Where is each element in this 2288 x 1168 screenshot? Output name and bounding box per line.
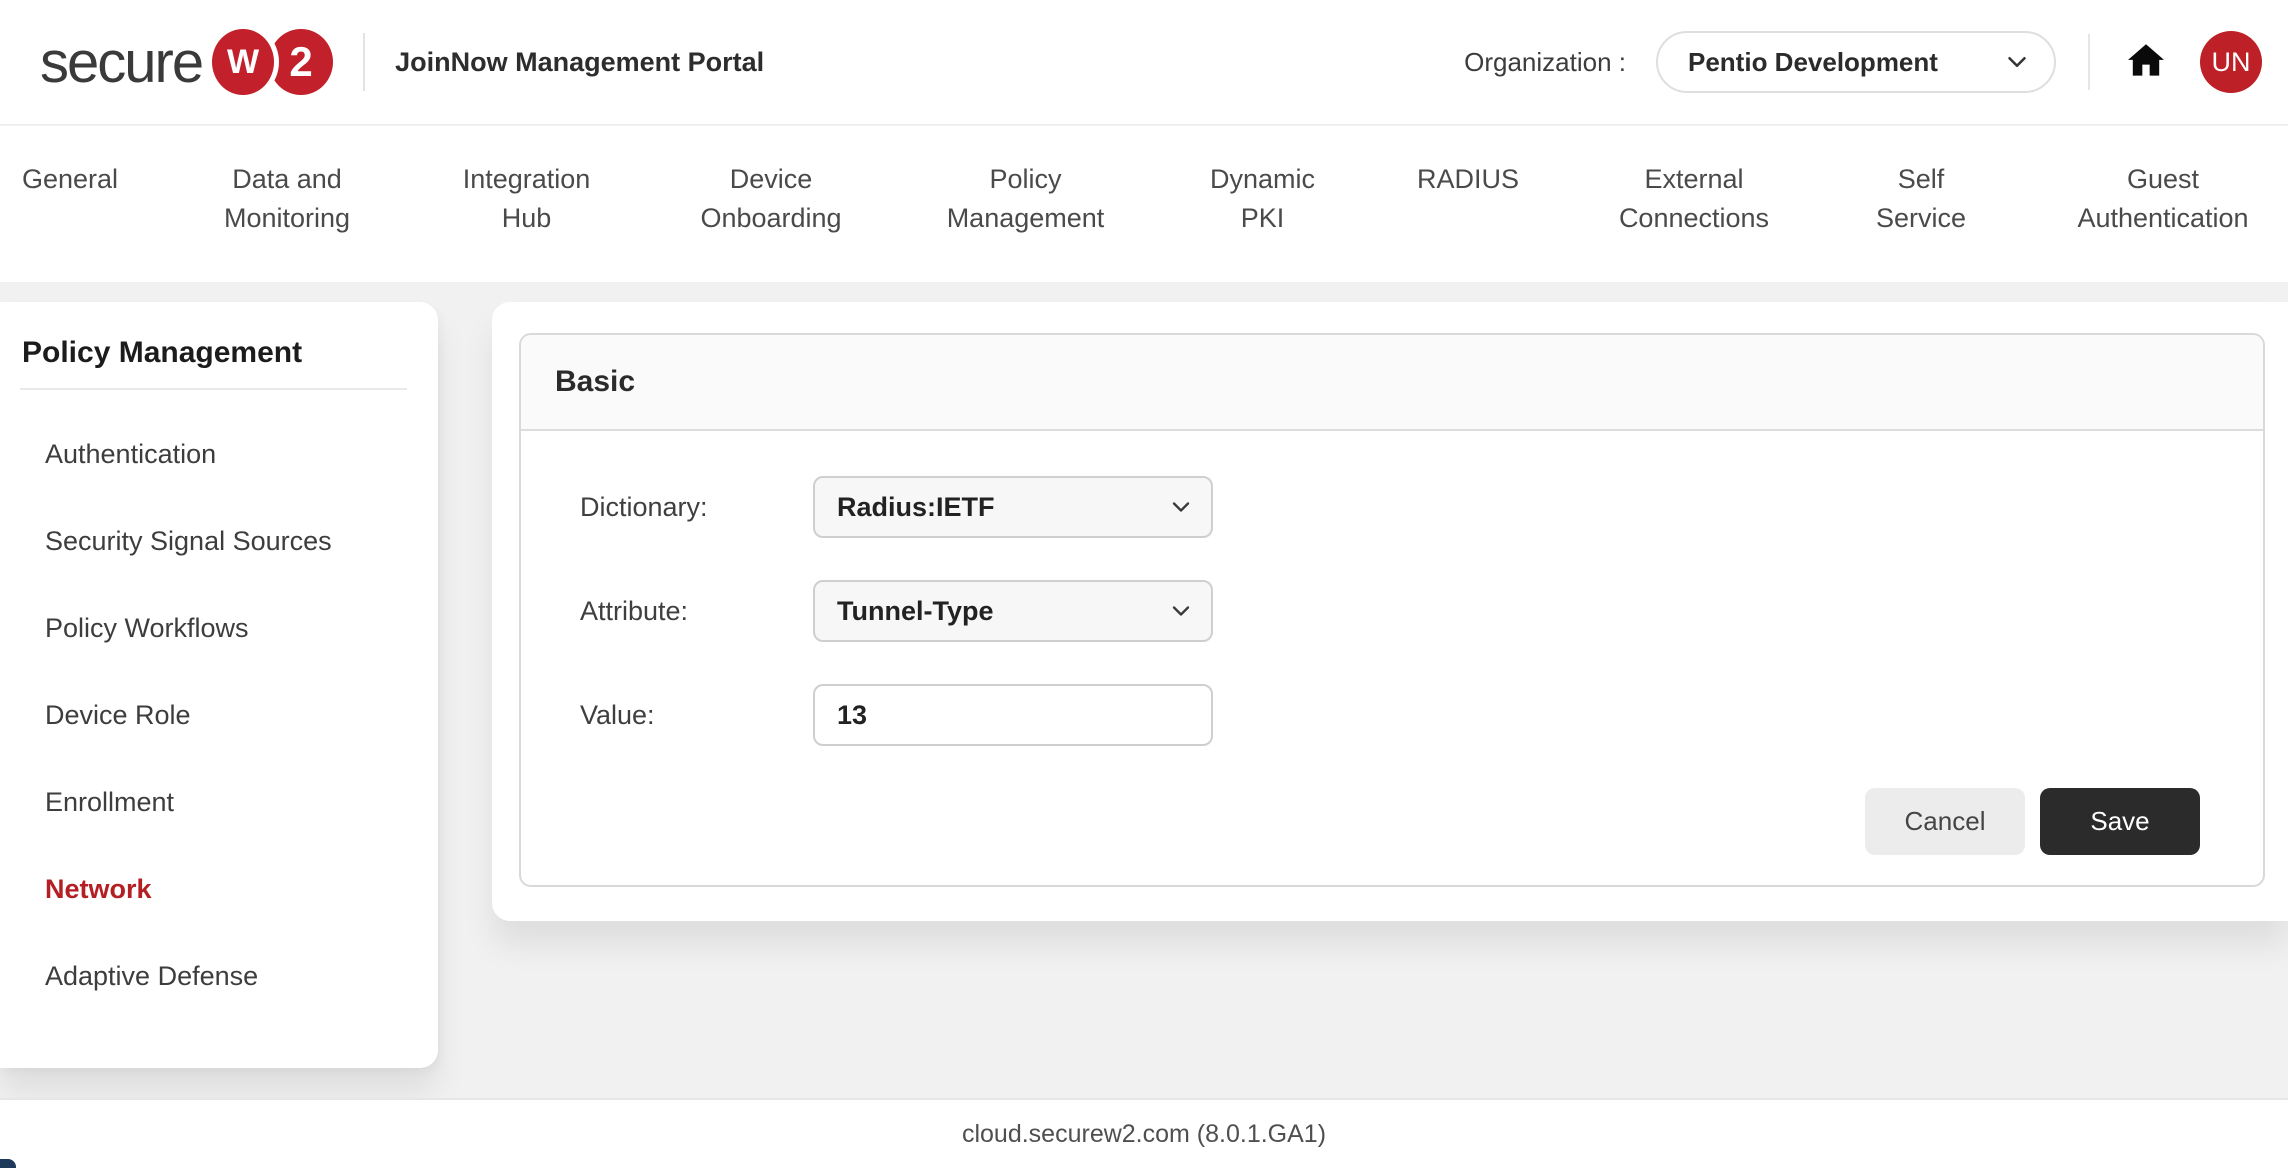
dictionary-row: Dictionary: Radius:IETF xyxy=(580,476,2263,538)
organization-label: Organization : xyxy=(1464,47,1626,78)
sidebar-title: Policy Management xyxy=(0,302,438,370)
organization-value: Pentio Development xyxy=(1688,47,2002,78)
nav-item-dynamic-pki[interactable]: Dynamic PKI xyxy=(1205,160,1320,282)
sidebar: Policy Management Authentication Securit… xyxy=(0,302,438,1068)
nav-item-device-onboarding[interactable]: Device Onboarding xyxy=(696,160,846,282)
avatar[interactable]: UN xyxy=(2200,31,2262,93)
home-button[interactable] xyxy=(2124,38,2168,87)
logo-badges: W 2 xyxy=(212,29,333,95)
attribute-label: Attribute: xyxy=(580,596,813,627)
dictionary-label: Dictionary: xyxy=(580,492,813,523)
dictionary-value: Radius:IETF xyxy=(837,492,1167,523)
sidebar-item-policy-workflows[interactable]: Policy Workflows xyxy=(0,585,438,672)
logo-badge-w: W xyxy=(212,29,274,95)
main-content-panel: Basic Dictionary: Radius:IETF Attribute:… xyxy=(492,302,2288,921)
nav-item-general[interactable]: General xyxy=(20,160,120,282)
value-label: Value: xyxy=(580,700,813,731)
nav-item-data-and-monitoring[interactable]: Data and Monitoring xyxy=(217,160,357,282)
dictionary-select[interactable]: Radius:IETF xyxy=(813,476,1213,538)
attribute-value: Tunnel-Type xyxy=(837,596,1167,627)
logo-badge-2: 2 xyxy=(269,29,333,95)
sidebar-divider xyxy=(20,388,407,390)
basic-card-header: Basic xyxy=(521,335,2263,431)
page-title: JoinNow Management Portal xyxy=(395,47,764,78)
organization-select[interactable]: Pentio Development xyxy=(1656,31,2056,93)
main-navigation: General Data and Monitoring Integration … xyxy=(0,126,2288,282)
nav-item-integration-hub[interactable]: Integration Hub xyxy=(454,160,599,282)
header-divider xyxy=(363,33,365,91)
header-divider-2 xyxy=(2088,34,2090,90)
sidebar-item-device-role[interactable]: Device Role xyxy=(0,672,438,759)
footer-version-text: cloud.securew2.com (8.0.1.GA1) xyxy=(962,1120,1326,1149)
logo-text: secure xyxy=(40,29,202,96)
footer: cloud.securew2.com (8.0.1.GA1) xyxy=(0,1098,2288,1168)
chevron-down-icon xyxy=(1167,597,1195,625)
basic-card-body: Dictionary: Radius:IETF Attribute: Tunne… xyxy=(521,431,2263,855)
header-right-group: Organization : Pentio Development UN xyxy=(1464,31,2262,93)
home-icon xyxy=(2124,38,2168,87)
nav-item-self-service[interactable]: Self Service xyxy=(1871,160,1971,282)
card-title: Basic xyxy=(555,365,635,399)
sidebar-item-network[interactable]: Network xyxy=(0,846,438,933)
value-input[interactable] xyxy=(813,684,1213,746)
cancel-button[interactable]: Cancel xyxy=(1865,788,2025,855)
chevron-down-icon xyxy=(1167,493,1195,521)
attribute-select[interactable]: Tunnel-Type xyxy=(813,580,1213,642)
chevron-down-icon xyxy=(2002,47,2032,77)
save-button[interactable]: Save xyxy=(2040,788,2200,855)
attribute-row: Attribute: Tunnel-Type xyxy=(580,580,2263,642)
nav-item-external-connections[interactable]: External Connections xyxy=(1614,160,1774,282)
sidebar-item-enrollment[interactable]: Enrollment xyxy=(0,759,438,846)
sidebar-item-security-signal-sources[interactable]: Security Signal Sources xyxy=(0,498,438,585)
value-row: Value: xyxy=(580,684,2263,746)
nav-item-radius[interactable]: RADIUS xyxy=(1417,160,1517,282)
nav-item-policy-management[interactable]: Policy Management xyxy=(943,160,1108,282)
sidebar-item-authentication[interactable]: Authentication xyxy=(0,411,438,498)
securew2-logo[interactable]: secure W 2 xyxy=(40,29,333,96)
sidebar-item-adaptive-defense[interactable]: Adaptive Defense xyxy=(0,933,438,1020)
button-row: Cancel Save xyxy=(580,788,2263,855)
sidebar-list: Authentication Security Signal Sources P… xyxy=(0,411,438,1020)
corner-accent xyxy=(0,1159,16,1168)
nav-item-guest-authentication[interactable]: Guest Authentication xyxy=(2068,160,2258,282)
basic-card: Basic Dictionary: Radius:IETF Attribute:… xyxy=(519,333,2265,887)
top-header: secure W 2 JoinNow Management Portal Org… xyxy=(0,0,2288,125)
